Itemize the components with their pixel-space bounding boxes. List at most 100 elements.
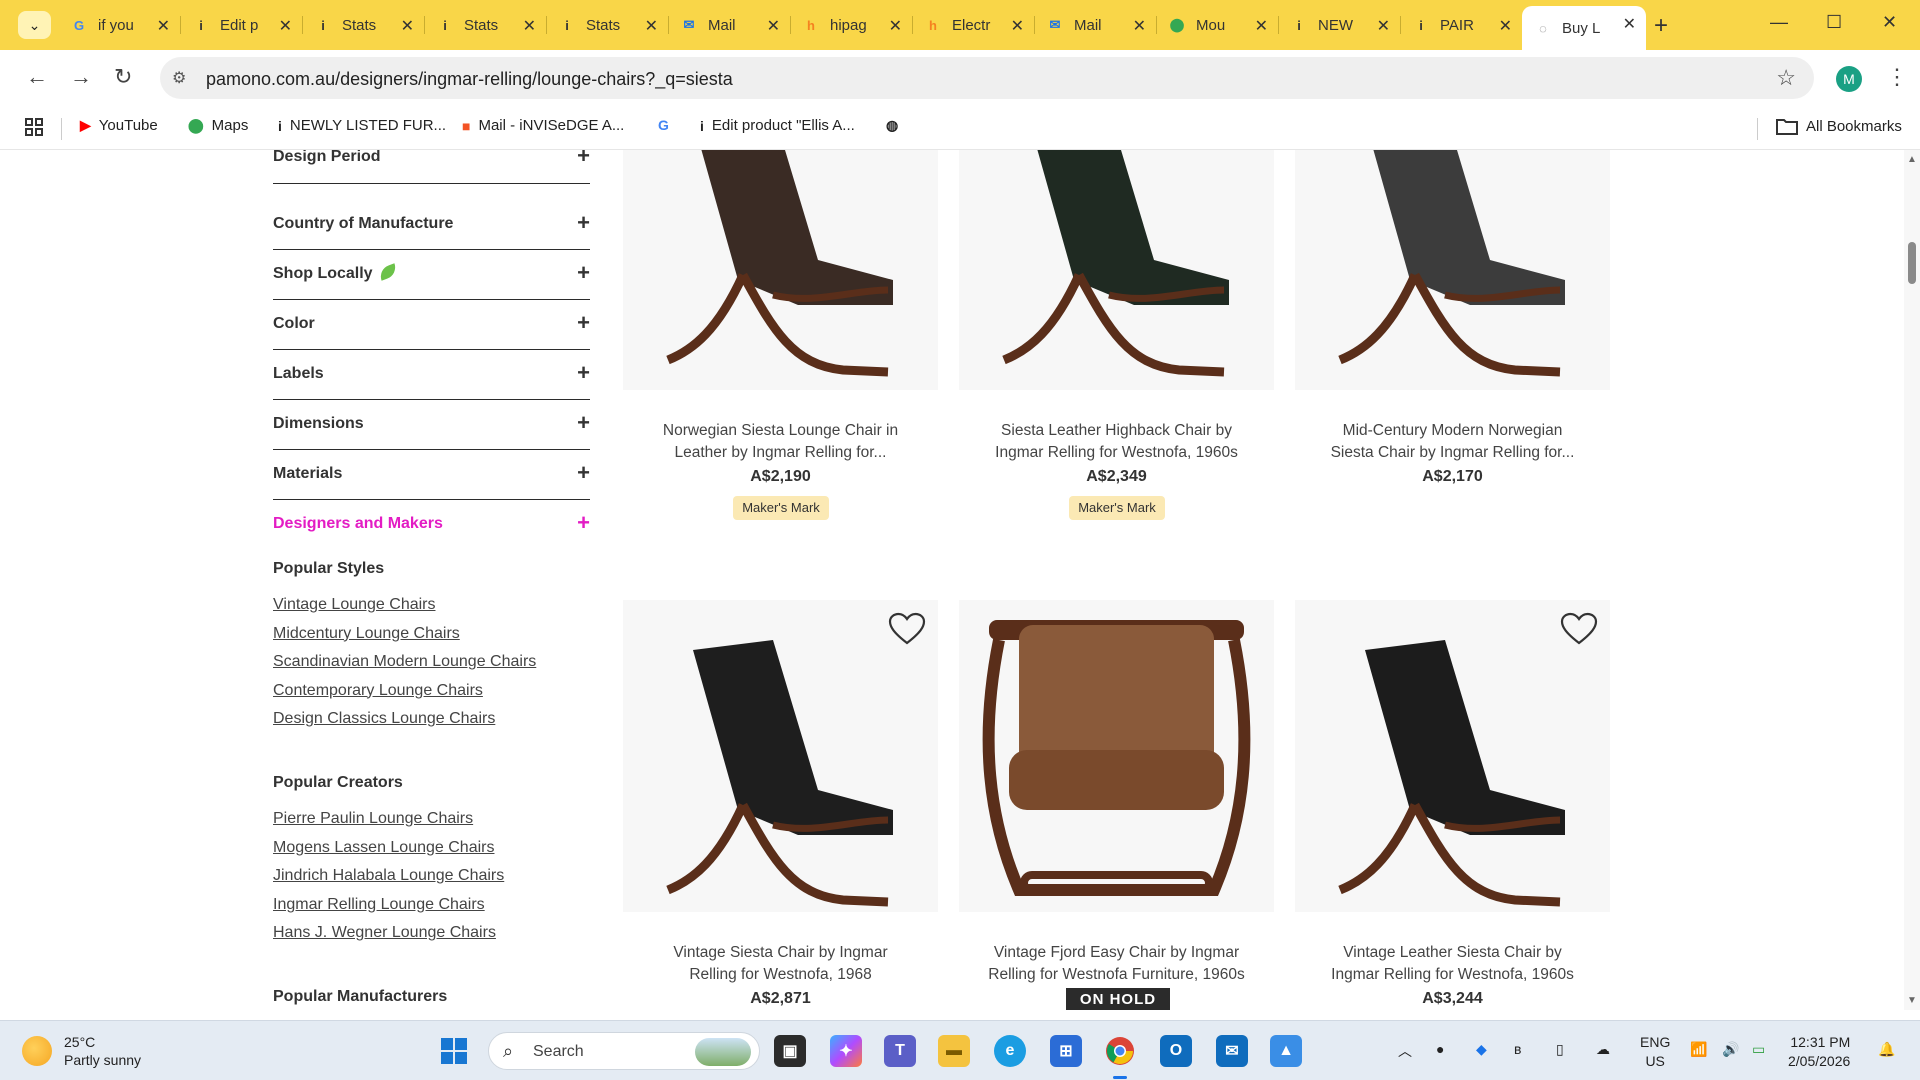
product-title-line[interactable]: Vintage Fjord Easy Chair by Ingmar: [959, 942, 1274, 964]
product-title-line[interactable]: Vintage Leather Siesta Chair by: [1295, 942, 1610, 964]
task-view-icon[interactable]: ▣: [774, 1035, 806, 1067]
profile-avatar[interactable]: M: [1836, 66, 1862, 92]
sidebar-link[interactable]: Vintage Lounge Chairs: [273, 596, 436, 614]
browser-tab[interactable]: i Stats ✕: [302, 8, 425, 42]
product-image[interactable]: [959, 600, 1274, 912]
product-title-line[interactable]: Siesta Chair by Ingmar Relling for...: [1295, 442, 1610, 464]
expand-plus-icon[interactable]: +: [577, 360, 590, 386]
apps-grid-icon[interactable]: [24, 117, 44, 137]
reload-icon[interactable]: ↻: [114, 64, 132, 90]
favorite-heart-icon[interactable]: [1560, 612, 1598, 646]
tray-app-icon[interactable]: ●: [1436, 1041, 1444, 1057]
product-title-line[interactable]: Ingmar Relling for Westnofa, 1960s: [959, 442, 1274, 464]
tab-close-icon[interactable]: ✕: [523, 16, 536, 36]
product-card[interactable]: Vintage Fjord Easy Chair by Ingmar Rellin…: [959, 600, 1274, 1010]
product-title-line[interactable]: Siesta Leather Highback Chair by: [959, 420, 1274, 442]
page-scrollbar[interactable]: ▲ ▼: [1904, 150, 1920, 1010]
expand-plus-icon[interactable]: +: [577, 260, 590, 286]
expand-plus-icon[interactable]: +: [577, 310, 590, 336]
system-clock[interactable]: 12:31 PM 2/05/2026: [1788, 1033, 1850, 1071]
scroll-up-icon[interactable]: ▲: [1907, 154, 1917, 165]
forward-icon[interactable]: →: [70, 64, 92, 90]
edge-icon[interactable]: e: [994, 1035, 1026, 1067]
product-title-line[interactable]: Relling for Westnofa Furniture, 1960s: [959, 964, 1274, 986]
product-title-line[interactable]: Relling for Westnofa, 1968: [623, 964, 938, 986]
outlook-icon[interactable]: O: [1160, 1035, 1192, 1067]
browser-tab[interactable]: i Stats ✕: [424, 8, 547, 42]
product-card[interactable]: Norwegian Siesta Lounge Chair in Leather …: [623, 150, 938, 536]
bookmark-item[interactable]: ▶ YouTube: [80, 117, 158, 134]
filter-color[interactable]: Color +: [273, 300, 590, 350]
browser-tab[interactable]: h hipag ✕: [790, 8, 913, 42]
tray-onedrive-icon[interactable]: ☁: [1596, 1041, 1610, 1058]
tab-close-icon[interactable]: ✕: [1377, 16, 1390, 36]
bookmark-item[interactable]: G: [658, 117, 677, 133]
browser-tab[interactable]: i Stats ✕: [546, 8, 669, 42]
minimize-icon[interactable]: —: [1770, 12, 1788, 33]
favorite-heart-icon[interactable]: [888, 612, 926, 646]
product-image[interactable]: [959, 150, 1274, 390]
tray-usb-icon[interactable]: ▯: [1556, 1041, 1564, 1058]
product-card[interactable]: Mid-Century Modern Norwegian Siesta Chair…: [1295, 150, 1610, 536]
browser-tab[interactable]: ⬤ Mou ✕: [1156, 8, 1279, 42]
filter-design-period[interactable]: Design Period +: [273, 150, 590, 184]
sidebar-link[interactable]: Design Classics Lounge Chairs: [273, 710, 495, 728]
product-image[interactable]: [1295, 600, 1610, 912]
outlook-new-icon[interactable]: ✉: [1216, 1035, 1248, 1067]
product-title-line[interactable]: Vintage Siesta Chair by Ingmar: [623, 942, 938, 964]
all-bookmarks-button[interactable]: All Bookmarks: [1776, 117, 1902, 135]
expand-plus-icon[interactable]: +: [577, 210, 590, 236]
browser-tab[interactable]: ✉ Mail ✕: [668, 8, 791, 42]
sidebar-link[interactable]: Hans J. Wegner Lounge Chairs: [273, 924, 496, 942]
filter-dimensions[interactable]: Dimensions +: [273, 400, 590, 450]
browser-menu-icon[interactable]: ⋮: [1886, 64, 1908, 90]
file-explorer-icon[interactable]: ▬: [938, 1035, 970, 1067]
browser-tab[interactable]: ✉ Mail ✕: [1034, 8, 1157, 42]
bookmark-item[interactable]: ◍: [886, 117, 906, 134]
product-title-line[interactable]: Ingmar Relling for Westnofa, 1960s: [1295, 964, 1610, 986]
expand-plus-icon[interactable]: +: [577, 410, 590, 436]
expand-plus-icon[interactable]: +: [577, 460, 590, 486]
product-image[interactable]: [623, 150, 938, 390]
tab-close-icon[interactable]: ✕: [645, 16, 658, 36]
product-title-line[interactable]: Norwegian Siesta Lounge Chair in: [623, 420, 938, 442]
tab-close-icon[interactable]: ✕: [1011, 16, 1024, 36]
sidebar-link[interactable]: Midcentury Lounge Chairs: [273, 625, 460, 643]
volume-icon[interactable]: 🔊: [1722, 1041, 1739, 1058]
tab-close-icon[interactable]: ✕: [889, 16, 902, 36]
tab-close-icon[interactable]: ✕: [1255, 16, 1268, 36]
product-image[interactable]: [1295, 150, 1610, 390]
bookmark-item[interactable]: i NEWLY LISTED FUR...: [278, 117, 446, 134]
product-image[interactable]: [623, 600, 938, 912]
tab-close-icon[interactable]: ✕: [1623, 14, 1636, 34]
back-icon[interactable]: ←: [26, 64, 48, 90]
bookmark-item[interactable]: ⬤ Maps: [188, 117, 248, 134]
browser-tab[interactable]: i PAIR ✕: [1400, 8, 1522, 42]
tab-close-icon[interactable]: ✕: [279, 16, 292, 36]
product-card[interactable]: Vintage Leather Siesta Chair by Ingmar Re…: [1295, 600, 1610, 1010]
tray-bluetooth-icon[interactable]: ʙ: [1514, 1041, 1521, 1057]
tab-close-icon[interactable]: ✕: [767, 16, 780, 36]
product-card[interactable]: Vintage Siesta Chair by Ingmar Relling fo…: [623, 600, 938, 1010]
expand-plus-icon[interactable]: +: [577, 150, 590, 169]
tray-overflow-icon[interactable]: ︿: [1398, 1041, 1412, 1061]
tray-cloud-icon[interactable]: ◆: [1476, 1041, 1487, 1058]
scroll-down-icon[interactable]: ▼: [1907, 995, 1917, 1006]
new-tab-button[interactable]: +: [1654, 12, 1668, 40]
tab-close-icon[interactable]: ✕: [157, 16, 170, 36]
filter-materials[interactable]: Materials +: [273, 450, 590, 500]
filter-designers-and-makers[interactable]: Designers and Makers +: [273, 500, 590, 550]
sidebar-link[interactable]: Jindrich Halabala Lounge Chairs: [273, 867, 504, 885]
address-bar[interactable]: ⚙ pamono.com.au/designers/ingmar-relling…: [160, 57, 1814, 99]
copilot-icon[interactable]: ✦: [830, 1035, 862, 1067]
url-text[interactable]: pamono.com.au/designers/ingmar-relling/l…: [206, 69, 733, 90]
tab-close-icon[interactable]: ✕: [1133, 16, 1146, 36]
browser-tab[interactable]: i Edit p ✕: [180, 8, 303, 42]
close-window-icon[interactable]: ✕: [1882, 12, 1897, 33]
language-indicator[interactable]: ENG US: [1640, 1033, 1670, 1071]
store-icon[interactable]: ⊞: [1050, 1035, 1082, 1067]
wifi-icon[interactable]: 📶: [1690, 1041, 1707, 1058]
product-title-line[interactable]: Mid-Century Modern Norwegian: [1295, 420, 1610, 442]
sidebar-link[interactable]: Mogens Lassen Lounge Chairs: [273, 839, 494, 857]
browser-tab[interactable]: i NEW ✕: [1278, 8, 1401, 42]
